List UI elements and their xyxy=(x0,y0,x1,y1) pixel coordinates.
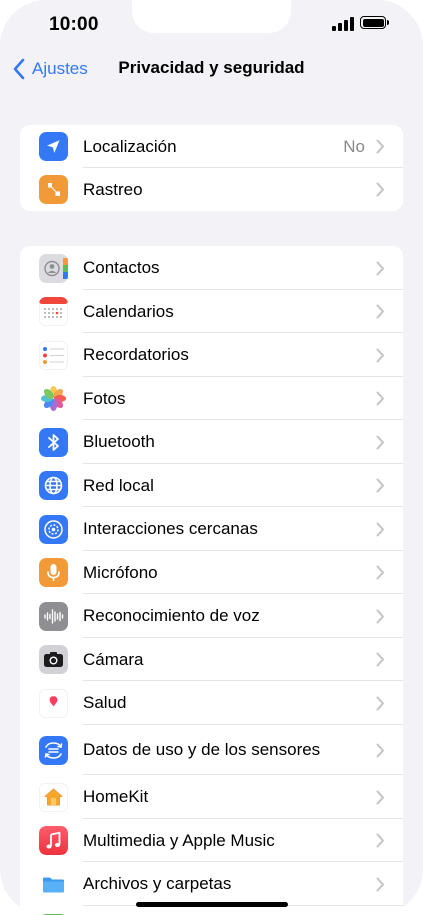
row-label: Fotos xyxy=(83,388,126,408)
chevron-right-icon xyxy=(376,435,384,449)
chevron-right-icon xyxy=(376,304,384,319)
chevron-right-icon xyxy=(376,139,384,154)
app-permissions-group: Contactos Calendarios Recordatorios Foto… xyxy=(20,246,403,915)
chevron-right-icon xyxy=(376,696,384,710)
page-title: Privacidad y seguridad xyxy=(0,58,423,78)
location-arrow-icon xyxy=(39,132,68,161)
chevron-right-icon xyxy=(376,391,384,406)
row-label: Reconocimiento de voz xyxy=(83,606,260,625)
settings-row-red-local[interactable]: Red local xyxy=(20,464,403,507)
calendar-icon xyxy=(39,297,68,326)
chevron-right-icon xyxy=(376,348,384,362)
row-label: Rastreo xyxy=(83,179,143,199)
settings-row-datos-de-uso[interactable]: Datos de uso y de los sensores xyxy=(20,725,403,775)
chevron-right-icon xyxy=(376,833,384,848)
row-label: Cámara xyxy=(83,649,144,669)
row-label: Interacciones cercanas xyxy=(83,519,258,538)
waveform-icon xyxy=(39,601,68,631)
chevron-right-icon xyxy=(376,261,384,275)
settings-row-rastreo[interactable]: Rastreo xyxy=(20,168,403,211)
row-label: HomeKit xyxy=(83,787,149,806)
heart-icon xyxy=(39,688,68,718)
battery-icon xyxy=(360,16,389,29)
bluetooth-icon xyxy=(39,427,68,457)
settings-row-recordatorios[interactable]: Recordatorios xyxy=(20,333,403,377)
chevron-right-icon xyxy=(376,522,384,536)
row-label: Contactos xyxy=(83,258,160,277)
row-label: Red local xyxy=(83,475,154,495)
row-label: Calendarios xyxy=(83,301,174,321)
nearby-interactions-icon xyxy=(39,514,68,544)
cellular-signal-icon xyxy=(332,17,354,31)
chevron-right-icon xyxy=(376,565,384,580)
status-time: 10:00 xyxy=(49,14,99,35)
folder-icon xyxy=(39,869,68,899)
settings-screen: 10:00 Ajustes Privacidad y seguridad Loc… xyxy=(0,0,423,915)
chevron-right-icon xyxy=(376,790,384,804)
camera-icon xyxy=(39,645,68,674)
settings-row-homekit[interactable]: HomeKit xyxy=(20,775,403,819)
row-label: Micrófono xyxy=(83,562,158,582)
settings-row-fotos[interactable]: Fotos xyxy=(20,377,403,420)
sensor-data-icon xyxy=(39,735,68,765)
settings-row-reconocimiento-de-voz[interactable]: Reconocimiento de voz xyxy=(20,594,403,638)
row-label: Datos de uso y de los sensores xyxy=(83,740,321,759)
settings-row-salud[interactable]: Salud xyxy=(20,681,403,725)
contacts-icon xyxy=(39,253,68,283)
chevron-right-icon xyxy=(376,609,384,623)
row-label: Multimedia y Apple Music xyxy=(83,830,275,850)
home-indicator[interactable] xyxy=(136,902,288,907)
row-label: Recordatorios xyxy=(83,345,189,364)
device-notch xyxy=(132,0,291,33)
row-label: Archivos y carpetas xyxy=(83,874,232,893)
settings-row-bluetooth[interactable]: Bluetooth xyxy=(20,420,403,464)
chevron-right-icon xyxy=(376,652,384,667)
settings-row-camara[interactable]: Cámara xyxy=(20,638,403,681)
settings-row-contactos[interactable]: Contactos xyxy=(20,246,403,290)
photos-icon xyxy=(39,384,68,413)
music-note-icon xyxy=(39,826,68,855)
settings-row-partial[interactable] xyxy=(20,906,403,915)
chevron-right-icon xyxy=(376,743,384,757)
settings-row-interacciones-cercanas[interactable]: Interacciones cercanas xyxy=(20,507,403,551)
microphone-icon xyxy=(39,558,68,587)
row-label: Bluetooth xyxy=(83,432,155,451)
chevron-right-icon xyxy=(376,478,384,493)
row-label: Salud xyxy=(83,693,127,712)
settings-row-microfono[interactable]: Micrófono xyxy=(20,551,403,594)
tracking-icon xyxy=(39,175,68,204)
chevron-right-icon xyxy=(376,182,384,197)
home-icon xyxy=(39,782,68,812)
settings-row-archivos[interactable]: Archivos y carpetas xyxy=(20,862,403,906)
settings-row-calendarios[interactable]: Calendarios xyxy=(20,290,403,333)
page-title-text: Privacidad y seguridad xyxy=(118,58,305,77)
row-value: No xyxy=(343,136,365,156)
location-tracking-group: Localización No Rastreo xyxy=(20,125,403,211)
reminders-icon xyxy=(39,340,68,370)
settings-row-localizacion[interactable]: Localización No xyxy=(20,125,403,168)
settings-row-multimedia[interactable]: Multimedia y Apple Music xyxy=(20,819,403,862)
chevron-right-icon xyxy=(376,877,384,891)
row-label: Localización xyxy=(83,136,177,156)
globe-icon xyxy=(39,471,68,500)
